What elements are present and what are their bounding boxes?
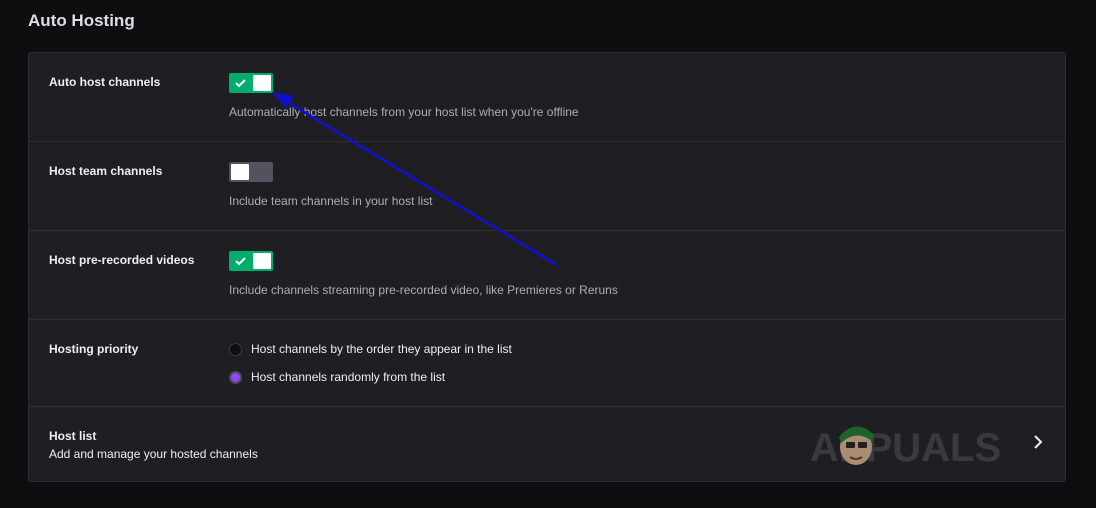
settings-page: Auto Hosting Auto host channels Automati… (0, 0, 1096, 508)
checkmark-icon (235, 257, 246, 266)
toggle-knob (231, 164, 249, 180)
radio-button[interactable] (229, 342, 242, 356)
chevron-right-icon[interactable] (1031, 433, 1045, 451)
host-list-title: Host list (49, 429, 97, 443)
appuals-watermark-logo: APPUALS (810, 426, 1001, 470)
host-team-channels-description: Include team channels in your host list (229, 194, 433, 208)
host-pre-recorded-videos-label: Host pre-recorded videos (49, 253, 195, 267)
host-team-channels-toggle[interactable] (229, 162, 273, 182)
hosting-priority-row: Hosting priority Host channels by the or… (29, 320, 1065, 407)
auto-host-channels-toggle[interactable] (229, 73, 273, 93)
toggle-knob (253, 253, 271, 269)
hosting-priority-option-random[interactable]: Host channels randomly from the list (229, 369, 445, 385)
toggle-knob (253, 75, 271, 91)
host-list-subtitle: Add and manage your hosted channels (49, 447, 258, 461)
watermark-text: APPUALS (810, 426, 1001, 470)
host-team-channels-label: Host team channels (49, 164, 163, 178)
auto-host-channels-description: Automatically host channels from your ho… (229, 105, 579, 119)
hosting-priority-option-order[interactable]: Host channels by the order they appear i… (229, 341, 512, 357)
host-pre-recorded-videos-description: Include channels streaming pre-recorded … (229, 283, 618, 297)
auto-host-channels-label: Auto host channels (49, 75, 161, 89)
radio-option-label: Host channels randomly from the list (251, 370, 446, 384)
auto-host-channels-row: Auto host channels Automatically host ch… (29, 53, 1065, 142)
radio-option-label: Host channels by the order they appear i… (251, 342, 512, 356)
checkmark-icon (235, 79, 246, 88)
host-pre-recorded-videos-toggle[interactable] (229, 251, 273, 271)
radio-button[interactable] (229, 370, 242, 384)
hosting-priority-label: Hosting priority (49, 342, 139, 356)
section-title: Auto Hosting (28, 11, 135, 30)
host-team-channels-row: Host team channels Include team channels… (29, 142, 1065, 231)
host-pre-recorded-videos-row: Host pre-recorded videos Include channel… (29, 231, 1065, 320)
